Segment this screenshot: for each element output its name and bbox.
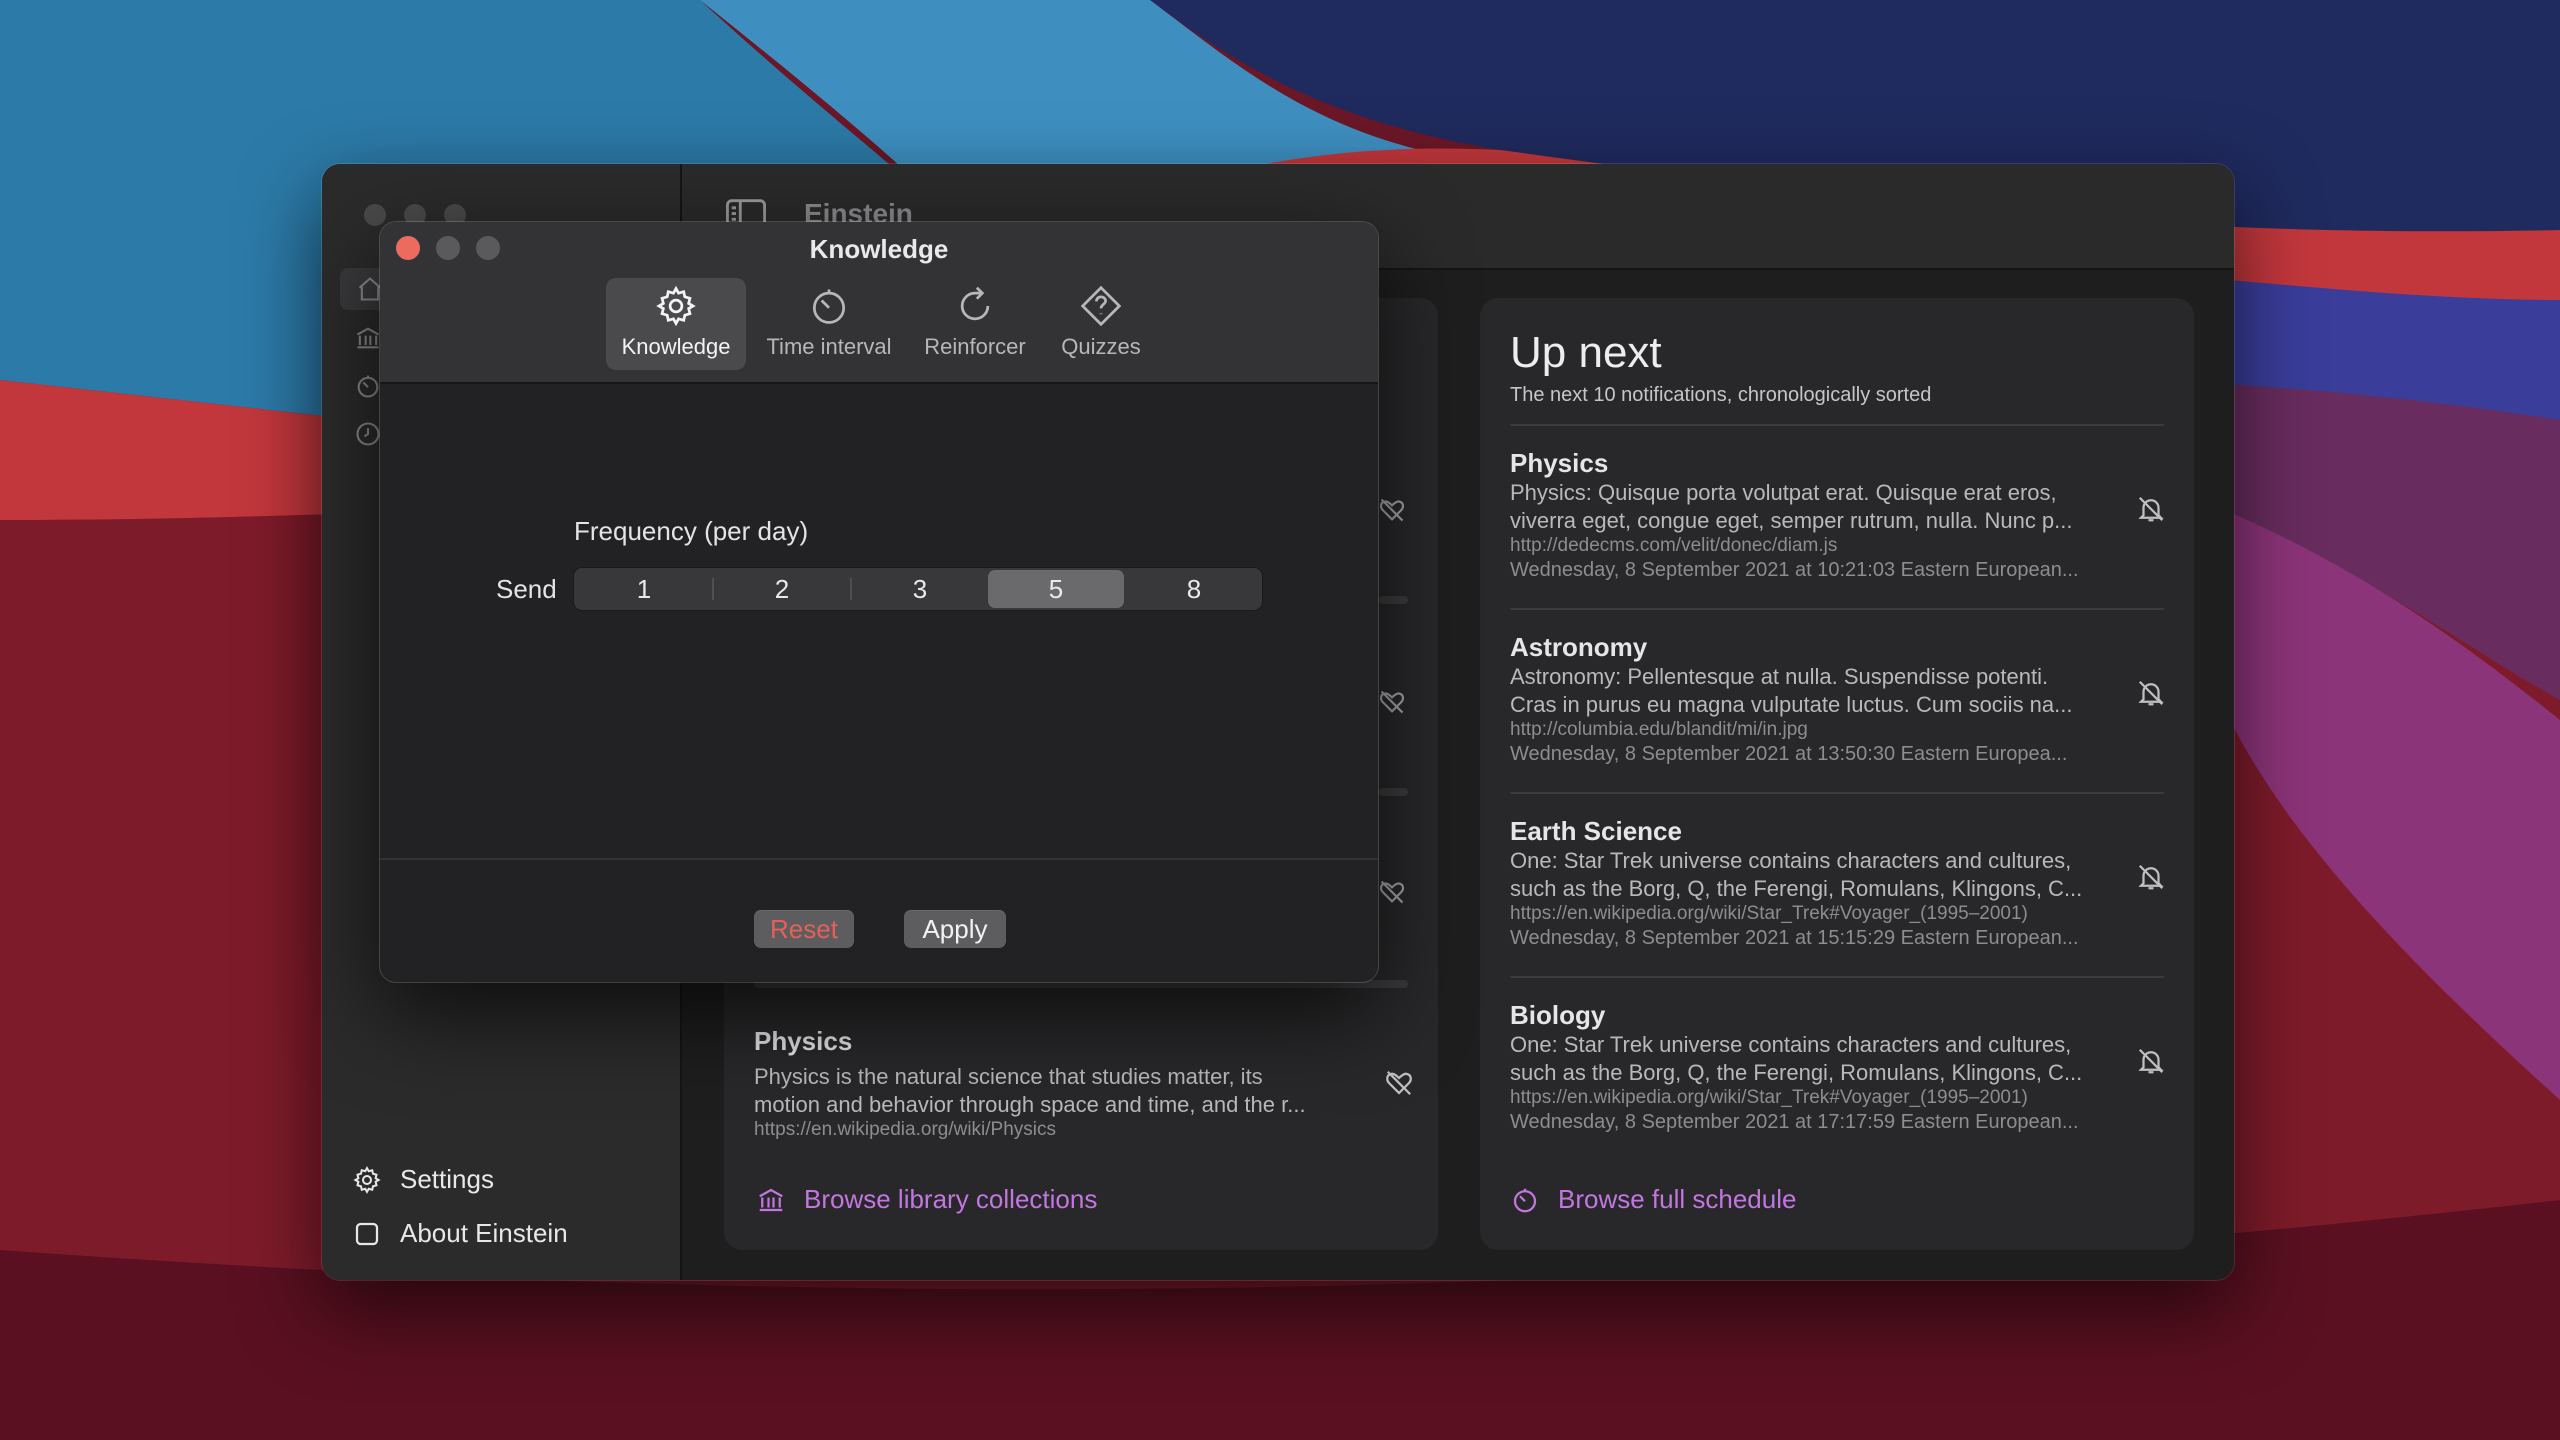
- segment-option[interactable]: 3: [852, 570, 988, 608]
- timer-icon: [812, 289, 846, 324]
- question-diamond-icon: [1080, 285, 1122, 327]
- preferences-dialog: Knowledge Knowledge Time interval Reinfo…: [380, 222, 1378, 982]
- notification-url: https://en.wikipedia.org/wiki/Star_Trek#…: [1510, 903, 2028, 924]
- about-label: About Einstein: [400, 1218, 568, 1248]
- divider: [1510, 424, 2164, 426]
- notification-date: Wednesday, 8 September 2021 at 13:50:30 …: [1510, 743, 2068, 765]
- notification-line2: Cras in purus eu magna vulputate luctus.…: [1510, 692, 2073, 717]
- up-next-header: Up next The next 10 notifications, chron…: [1510, 328, 2166, 407]
- dialog-title: Knowledge: [809, 234, 949, 264]
- settings-link[interactable]: Settings: [352, 1164, 494, 1195]
- browse-schedule-link[interactable]: Browse full schedule: [1510, 1184, 1796, 1215]
- notification-line1: Astronomy: Pellentesque at nulla. Suspen…: [1510, 664, 2049, 689]
- bell-slash-icon[interactable]: [2136, 678, 2166, 708]
- refresh-icon: [960, 286, 990, 321]
- frequency-label: Frequency (per day): [574, 516, 809, 546]
- gear-icon: [656, 285, 696, 327]
- timer-icon: [1513, 1188, 1537, 1212]
- notification-url: https://en.wikipedia.org/wiki/Star_Trek#…: [1510, 1087, 2028, 1108]
- segment-option[interactable]: 1: [576, 570, 712, 608]
- segment-option[interactable]: 2: [714, 570, 850, 608]
- item-body-line1: Physics is the natural science that stud…: [754, 1064, 1263, 1089]
- tab-label: Quizzes: [1061, 334, 1141, 359]
- notification-url: http://columbia.edu/blandit/mi/in.jpg: [1510, 719, 1808, 740]
- divider: [1510, 976, 2164, 978]
- tab-label: Reinforcer: [924, 334, 1026, 359]
- tab-reinforcer[interactable]: Reinforcer: [910, 278, 1040, 370]
- tab-time-interval[interactable]: Time interval: [754, 278, 904, 370]
- tab-label: Time interval: [766, 334, 892, 359]
- notification-line1: Physics: Quisque porta volutpat erat. Qu…: [1510, 480, 2057, 505]
- notification-date: Wednesday, 8 September 2021 at 15:15:29 …: [1510, 927, 2079, 949]
- notification-line2: such as the Borg, Q, the Ferengi, Romula…: [1510, 1060, 2083, 1085]
- browse-library-link[interactable]: Browse library collections: [756, 1184, 1097, 1215]
- footer-divider: [380, 858, 1378, 860]
- gear-icon: [353, 1165, 381, 1194]
- send-label: Send: [496, 574, 557, 604]
- tab-label: Knowledge: [621, 334, 731, 359]
- heart-slash-icon[interactable]: [1378, 688, 1406, 716]
- notification-item[interactable]: Biology One: Star Trek universe contains…: [1510, 1000, 2166, 1134]
- item-body-line2: motion and behavior through space and ti…: [754, 1092, 1306, 1117]
- about-link[interactable]: About Einstein: [352, 1218, 568, 1249]
- library-icon[interactable]: [354, 324, 382, 352]
- apply-button[interactable]: Apply: [904, 910, 1006, 948]
- segment-option[interactable]: 8: [1126, 570, 1262, 608]
- dialog-toolbar: Knowledge Knowledge Time interval Reinfo…: [380, 222, 1378, 384]
- library-icon: [759, 1188, 783, 1211]
- tab-knowledge[interactable]: Knowledge: [606, 278, 746, 370]
- notification-title: Physics: [1510, 448, 1609, 478]
- up-next-title: Up next: [1510, 328, 1662, 377]
- bell-slash-icon[interactable]: [2136, 494, 2166, 524]
- notification-date: Wednesday, 8 September 2021 at 17:17:59 …: [1510, 1111, 2079, 1133]
- tab-quizzes[interactable]: Quizzes: [1046, 278, 1156, 370]
- notification-line2: such as the Borg, Q, the Ferengi, Romula…: [1510, 876, 2083, 901]
- notification-line1: One: Star Trek universe contains charact…: [1510, 1032, 2072, 1057]
- notification-line1: One: Star Trek universe contains charact…: [1510, 848, 2072, 873]
- notification-title: Biology: [1510, 1000, 1606, 1030]
- notification-date: Wednesday, 8 September 2021 at 10:21:03 …: [1510, 559, 2079, 581]
- history-icon[interactable]: [354, 420, 382, 448]
- frequency-segmented-control: 1 2 3 5 8: [574, 568, 1262, 610]
- reset-button[interactable]: Reset: [754, 910, 854, 948]
- library-item[interactable]: Physics Physics is the natural science t…: [754, 1026, 1414, 1141]
- heart-slash-icon[interactable]: [1384, 1068, 1414, 1098]
- segment-option-selected[interactable]: 5: [988, 570, 1124, 608]
- square-icon: [355, 1222, 379, 1245]
- notification-line2: viverra eget, congue eget, semper rutrum…: [1510, 508, 2073, 533]
- settings-label: Settings: [400, 1164, 494, 1194]
- browse-library-label: Browse library collections: [804, 1184, 1098, 1214]
- timer-icon[interactable]: [354, 372, 382, 400]
- up-next-subtitle: The next 10 notifications, chronological…: [1510, 384, 1932, 406]
- notification-item[interactable]: Physics Physics: Quisque porta volutpat …: [1510, 448, 2166, 582]
- bell-slash-icon[interactable]: [2136, 862, 2166, 892]
- item-url: https://en.wikipedia.org/wiki/Physics: [754, 1119, 1057, 1140]
- browse-schedule-label: Browse full schedule: [1558, 1184, 1797, 1214]
- notification-title: Astronomy: [1510, 632, 1648, 662]
- heart-slash-icon[interactable]: [1378, 496, 1406, 524]
- notification-url: http://dedecms.com/velit/donec/diam.js: [1510, 535, 1838, 556]
- progress-bar: [1378, 788, 1408, 796]
- notification-item[interactable]: Earth Science One: Star Trek universe co…: [1510, 816, 2166, 950]
- divider: [1510, 608, 2164, 610]
- heart-slash-icon[interactable]: [1378, 878, 1406, 906]
- progress-bar: [1378, 596, 1408, 604]
- notification-item[interactable]: Astronomy Astronomy: Pellentesque at nul…: [1510, 632, 2166, 766]
- bell-slash-icon[interactable]: [2136, 1046, 2166, 1076]
- item-title: Physics: [754, 1026, 853, 1056]
- divider: [1510, 792, 2164, 794]
- notification-title: Earth Science: [1510, 816, 1682, 846]
